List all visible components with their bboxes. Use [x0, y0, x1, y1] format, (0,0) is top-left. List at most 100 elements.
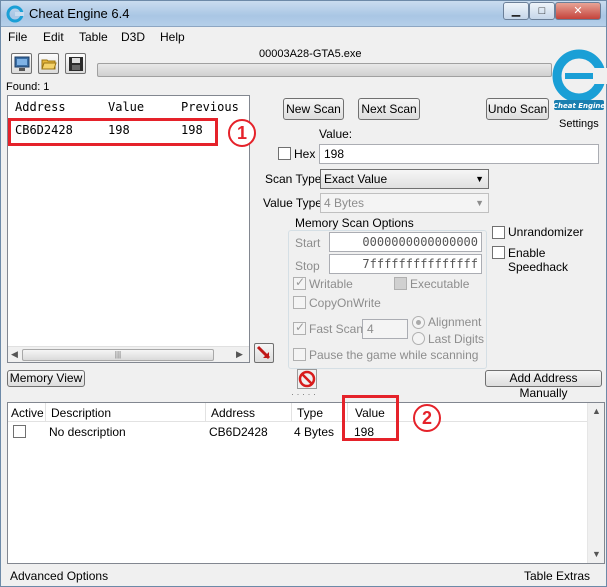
next-scan-button[interactable]: Next Scan	[358, 98, 420, 120]
highlight-box-value	[342, 395, 399, 441]
add-address-manually-button[interactable]: Add Address Manually	[485, 370, 602, 400]
writable-checkbox[interactable]	[293, 275, 306, 290]
fast-scan-checkbox[interactable]	[293, 320, 306, 335]
value-label: Value:	[319, 127, 353, 141]
annotation-badge-2: 2	[413, 404, 441, 432]
header-address[interactable]: Address	[15, 100, 66, 114]
menu-file[interactable]: File	[8, 30, 27, 44]
col-description[interactable]: Description	[51, 406, 111, 420]
maximize-icon: □	[538, 5, 546, 17]
menu-table[interactable]: Table	[79, 30, 108, 44]
title-bar: Cheat Engine 6.4 ▁ □ ✕	[1, 1, 606, 27]
menu-bar: File Edit Table D3D Help	[1, 28, 606, 47]
col-active[interactable]: Active	[11, 406, 44, 420]
minimize-button[interactable]: ▁	[503, 2, 529, 20]
row-type: 4 Bytes	[294, 425, 335, 439]
value-type-value: 4 Bytes	[324, 196, 365, 210]
col-address[interactable]: Address	[211, 406, 255, 420]
cheat-engine-window: Cheat Engine 6.4 ▁ □ ✕ File Edit Table D…	[0, 0, 607, 587]
speedhack-checkbox[interactable]	[492, 246, 505, 259]
scan-type-select[interactable]: Exact Value ▼	[320, 169, 489, 189]
fast-scan-input[interactable]: 4	[362, 319, 408, 339]
select-process-button[interactable]	[11, 53, 32, 74]
cheat-table-header: Active Description Address Type Value	[8, 403, 588, 422]
close-icon: ✕	[573, 5, 583, 17]
alignment-radio[interactable]	[412, 316, 425, 329]
undo-scan-button[interactable]: Undo Scan	[486, 98, 549, 120]
pause-game-label: Pause the game while scanning	[309, 348, 479, 362]
chevron-down-icon: ▼	[475, 198, 484, 208]
menu-d3d[interactable]: D3D	[121, 30, 145, 44]
executable-checkbox[interactable]	[394, 277, 407, 290]
last-digits-radio[interactable]	[412, 332, 425, 345]
copy-on-write-label: CopyOnWrite	[309, 296, 381, 310]
cheat-table-vertical-scrollbar[interactable]: ▲ ▼	[587, 403, 604, 563]
cheat-engine-app-icon	[6, 5, 24, 23]
highlight-box-results	[8, 118, 218, 146]
process-title: 00003A28-GTA5.exe	[259, 48, 362, 60]
advanced-options-link[interactable]: Advanced Options	[10, 569, 108, 583]
scrollbar-thumb[interactable]: |||	[22, 349, 214, 361]
scroll-up-icon[interactable]: ▲	[592, 406, 601, 416]
stop-label: Stop	[295, 259, 320, 273]
table-extras-link[interactable]: Table Extras	[524, 569, 590, 583]
col-type[interactable]: Type	[297, 406, 323, 420]
fast-scan-label: Fast Scan	[309, 322, 364, 336]
value-type-select[interactable]: 4 Bytes ▼	[320, 193, 489, 213]
cheat-table-row[interactable]: No description CB6D2428 4 Bytes 198	[8, 422, 588, 440]
row-description: No description	[49, 425, 126, 439]
open-file-button[interactable]	[38, 53, 59, 74]
new-scan-button[interactable]: New Scan	[283, 98, 344, 120]
value-type-label: Value Type	[263, 196, 322, 210]
unrandomizer-label: Unrandomizer	[508, 225, 584, 239]
hex-label: Hex	[294, 147, 316, 161]
unrandomizer-checkbox[interactable]	[492, 226, 505, 239]
memory-view-button[interactable]: Memory View	[7, 370, 85, 387]
scan-progress-bar	[97, 63, 552, 77]
active-checkbox[interactable]	[13, 425, 26, 438]
save-file-button[interactable]	[65, 53, 86, 74]
scroll-right-icon[interactable]: ▶	[236, 349, 243, 360]
menu-help[interactable]: Help	[160, 30, 185, 44]
executable-label: Executable	[410, 277, 470, 291]
hex-checkbox[interactable]	[278, 147, 291, 160]
annotation-badge-1: 1	[228, 119, 256, 147]
minimize-icon: ▁	[511, 5, 521, 17]
red-arrow-icon	[256, 345, 271, 360]
scroll-left-icon[interactable]: ◀	[11, 349, 18, 360]
settings-label[interactable]: Settings	[559, 118, 599, 130]
logo-text: Cheat Engine	[553, 102, 606, 110]
memory-scan-options-title: Memory Scan Options	[293, 216, 416, 230]
writable-label: Writable	[309, 277, 353, 291]
copy-on-write-checkbox[interactable]	[293, 296, 306, 309]
chevron-down-icon: ▼	[475, 174, 484, 184]
folder-open-icon	[41, 59, 57, 70]
panel-splitter[interactable]: · · · · ·	[1, 390, 606, 399]
last-digits-label: Last Digits	[428, 332, 485, 346]
menu-edit[interactable]: Edit	[43, 30, 64, 44]
stop-icon[interactable]	[297, 369, 317, 389]
copy-to-table-button[interactable]	[254, 343, 274, 363]
maximize-button[interactable]: □	[529, 2, 555, 20]
alignment-label: Alignment	[428, 315, 482, 329]
computer-icon	[14, 56, 30, 71]
status-bar: Advanced Options Table Extras	[1, 565, 606, 586]
speedhack-label: Enable Speedhack	[508, 246, 569, 274]
start-label: Start	[295, 236, 321, 250]
row-address: CB6D2428	[209, 425, 268, 439]
close-button[interactable]: ✕	[555, 2, 601, 20]
header-previous[interactable]: Previous	[181, 100, 239, 114]
found-list-header: Address Value Previous	[8, 96, 249, 116]
scroll-down-icon[interactable]: ▼	[592, 549, 601, 559]
found-list-horizontal-scrollbar[interactable]: ◀ ||| ▶	[8, 346, 249, 362]
header-value[interactable]: Value	[108, 100, 144, 114]
start-address-input[interactable]: 0000000000000000	[329, 232, 482, 252]
cheat-table[interactable]: Active Description Address Type Value No…	[7, 402, 605, 564]
pause-game-checkbox[interactable]	[293, 348, 306, 361]
scan-value-input[interactable]: 198	[319, 144, 599, 164]
scan-type-label: Scan Type	[265, 172, 322, 186]
window-title: Cheat Engine 6.4	[29, 6, 130, 21]
stop-address-input[interactable]: 7fffffffffffffff	[329, 254, 482, 274]
scan-type-value: Exact Value	[324, 172, 388, 186]
cheat-engine-logo-icon[interactable]: Cheat Engine	[551, 46, 607, 116]
